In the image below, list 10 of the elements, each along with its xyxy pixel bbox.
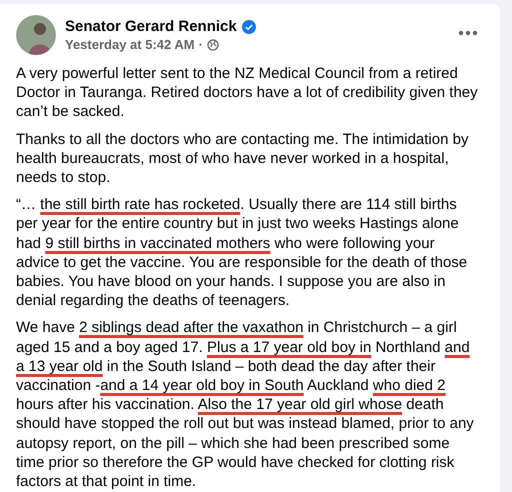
post-paragraph: “… the still birth rate has rocketed. Usually there are 114 still births per year for the entire country but in just two weeks Hastings alone had 9 still births in vaccinated mothers who were following your advice to get the vaccine. You are responsible for the death of those babies. You have blood on your hands. I suppose you are also in denial regarding the deaths of teenagers. bbox=[16, 195, 468, 310]
author-name[interactable]: Senator Gerard Rennick bbox=[65, 18, 237, 35]
more-options-icon[interactable] bbox=[458, 30, 478, 36]
post-paragraph: Thanks to all the doctors who are contacting me. The intimidation by health bureaucrats, most of who have never worked in a hospital, needs to stop. bbox=[16, 130, 470, 188]
avatar-icon[interactable] bbox=[16, 15, 56, 55]
post-paragraph: A very powerful letter sent to the NZ Medical Council from a retired Doctor in Tauranga. Retired doctors have a lot of credibility given they can’t be sacked. bbox=[16, 64, 479, 122]
post-paragraph: We have 2 siblings dead after the vaxathon in Christchurch – a girl aged 15 and a boy aged 17. Plus a 17 year old boy in Northland and a 13 year old in the South Island – both dead the day after their vaccination -and a 14 year old boy in South Auckland who died 2 hours after his vaccination. Also the 17 year old girl whose death should have stopped the roll out but was instead blamed, prior to any autopsy report, on the pill – which she had been prescribed some time prior so therefore the GP would have checked for clotting risk factors at that point in time. bbox=[16, 318, 475, 492]
separator-dot: · bbox=[198, 37, 203, 52]
post-time[interactable]: Yesterday at 5:42 AM bbox=[65, 37, 195, 52]
globe-icon bbox=[206, 38, 219, 50]
